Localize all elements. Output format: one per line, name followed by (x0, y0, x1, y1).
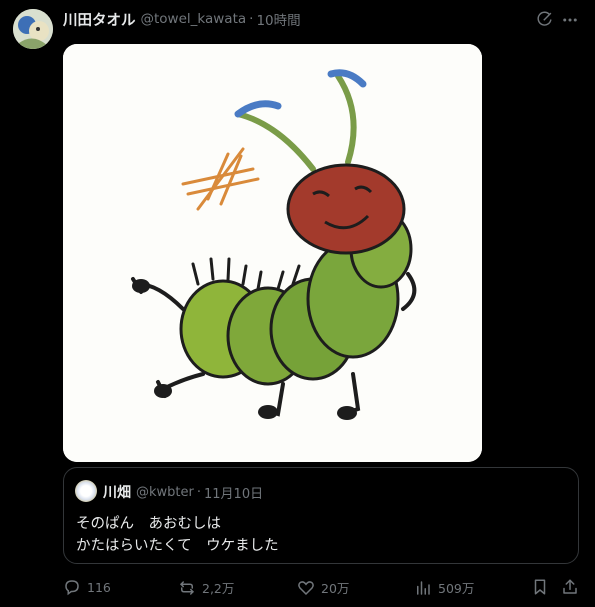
post-header: 川田タオル @towel_kawata · 10時間 (63, 9, 301, 29)
like-button[interactable]: 20万 (297, 578, 349, 597)
quoted-post-date[interactable]: 11月10日 (204, 483, 263, 502)
bookmark-icon[interactable] (531, 578, 549, 596)
heart-icon (298, 580, 314, 595)
views-icon (417, 580, 430, 595)
author-name[interactable]: 川田タオル (63, 9, 136, 30)
quoted-author-name[interactable]: 川畑 (103, 482, 131, 502)
separator-dot: · (249, 11, 254, 27)
like-count: 20万 (321, 581, 350, 596)
more-icon[interactable] (561, 11, 579, 29)
quoted-text-line-2: かたはらいたくて ウケました (76, 538, 279, 554)
post-image[interactable] (63, 44, 482, 462)
quoted-author-avatar[interactable] (75, 480, 97, 502)
separator-dot: · (196, 484, 201, 500)
views-button[interactable]: 509万 (414, 578, 474, 597)
share-icon[interactable] (561, 578, 579, 596)
quoted-author-handle[interactable]: @kwbter (136, 485, 194, 500)
author-avatar[interactable] (13, 9, 53, 49)
quoted-post-header: 川畑 @kwbter · 11月10日 (103, 482, 263, 502)
reply-icon (65, 580, 79, 596)
repost-count: 2,2万 (202, 581, 235, 596)
quoted-post[interactable]: 川畑 @kwbter · 11月10日 そのぱん あおむしは かたはらいたくて … (63, 467, 579, 564)
reply-count: 116 (87, 579, 111, 595)
post-time[interactable]: 10時間 (256, 9, 300, 29)
grok-icon[interactable] (536, 11, 553, 28)
reply-button[interactable]: 116 (63, 578, 111, 596)
caterpillar-head (286, 163, 406, 255)
repost-button[interactable]: 2,2万 (178, 578, 234, 597)
views-count: 509万 (438, 581, 475, 596)
repost-icon (180, 580, 194, 595)
quoted-post-text: そのぱん あおむしは かたはらいたくて ウケました (76, 513, 279, 557)
quoted-text-line-1: そのぱん あおむしは (76, 516, 221, 532)
author-handle[interactable]: @towel_kawata (141, 11, 247, 27)
